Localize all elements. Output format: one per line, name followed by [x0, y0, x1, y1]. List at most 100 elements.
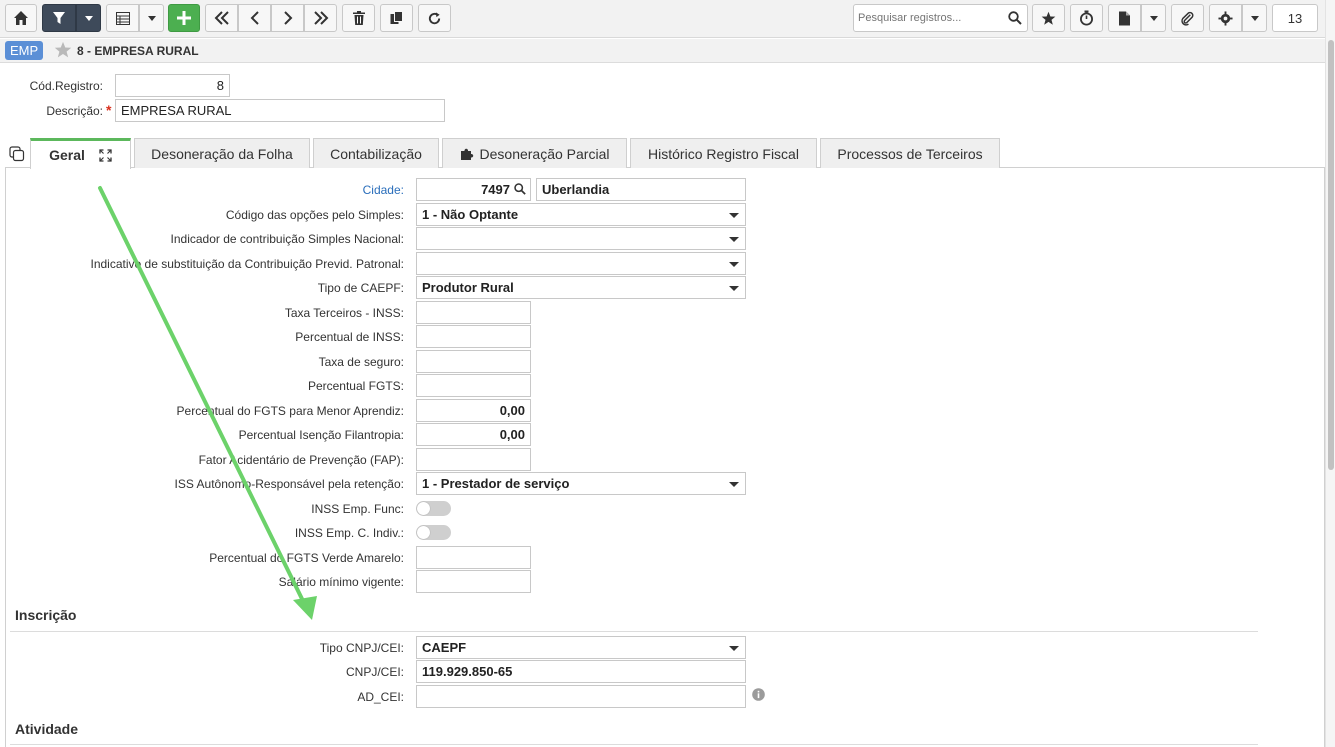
page-title: 8 - EMPRESA RURAL	[77, 44, 199, 58]
toolbar: 13	[0, 0, 1325, 38]
tab-label: Histórico Registro Fiscal	[648, 145, 799, 162]
tab-label: Contabilização	[330, 145, 422, 162]
fgts-verde-amarelo-label: Percentual do FGTS Verde Amarelo:	[209, 551, 404, 565]
chevron-down-icon	[729, 286, 739, 291]
iss-autonomo-select[interactable]: 1 - Prestador de serviço	[416, 472, 746, 495]
refresh-icon	[428, 11, 441, 24]
tab-label: Desoneração da Folha	[151, 145, 293, 162]
isencao-filantropia-field[interactable]: 0,00	[416, 423, 531, 446]
cidade-name-field[interactable]: Uberlandia	[536, 178, 746, 201]
tipo-caepf-select[interactable]: Produtor Rural	[416, 276, 746, 299]
tipo-caepf-value: Produtor Rural	[422, 280, 514, 295]
chevron-down-icon	[729, 262, 739, 267]
tipo-caepf-label: Tipo de CAEPF:	[317, 281, 404, 295]
chevron-down-icon	[1149, 15, 1158, 21]
next-record-button[interactable]	[271, 4, 304, 32]
refresh-button[interactable]	[418, 4, 451, 32]
taxa-terceiros-field[interactable]	[416, 301, 531, 324]
tab-historico-registro-fiscal[interactable]: Histórico Registro Fiscal	[630, 138, 817, 168]
cod-registro-field[interactable]: 8	[115, 74, 230, 97]
tab-label: Desoneração Parcial	[479, 145, 610, 162]
first-record-button[interactable]	[205, 4, 238, 32]
expand-icon[interactable]	[99, 148, 112, 162]
copy-icon[interactable]	[9, 146, 25, 165]
tab-contabilizacao[interactable]: Contabilização	[313, 138, 439, 168]
descricao-field[interactable]: EMPRESA RURAL	[115, 99, 445, 122]
puzzle-icon	[460, 148, 473, 160]
ad-cei-field[interactable]	[416, 685, 746, 708]
double-chevron-right-icon	[313, 11, 328, 25]
star-icon[interactable]	[54, 41, 72, 62]
isencao-filantropia-label: Percentual Isenção Filantropia:	[238, 428, 404, 442]
favorite-button[interactable]	[1032, 4, 1065, 32]
substituicao-label: Indicativo de substituição da Contribuiç…	[90, 257, 404, 271]
tab-desoneracao-parcial[interactable]: Desoneração Parcial	[442, 138, 627, 168]
cod-registro-label: Cód.Registro:	[29, 79, 103, 93]
toggle-knob	[417, 526, 430, 539]
tab-geral[interactable]: Geral	[30, 138, 131, 169]
fap-field[interactable]	[416, 448, 531, 471]
chevron-down-icon	[729, 213, 739, 218]
report-button[interactable]	[1108, 4, 1141, 32]
atividade-section-title: Atividade	[15, 721, 79, 737]
fap-label: Fator Acidentário de Prevenção (FAP):	[198, 453, 404, 467]
settings-button[interactable]	[1209, 4, 1242, 32]
taxa-seguro-label: Taxa de seguro:	[318, 355, 404, 369]
tipo-cnpj-select[interactable]: CAEPF	[416, 636, 746, 659]
scrollbar[interactable]	[1325, 0, 1335, 747]
section-divider	[10, 631, 1258, 632]
delete-button[interactable]	[342, 4, 375, 32]
simples-select[interactable]: 1 - Não Optante	[416, 203, 746, 226]
add-record-button[interactable]	[168, 4, 200, 32]
home-button[interactable]	[5, 4, 37, 32]
scrollbar-thumb[interactable]	[1328, 40, 1334, 470]
tab-desoneracao-folha[interactable]: Desoneração da Folha	[134, 138, 310, 168]
filter-button[interactable]	[42, 4, 76, 32]
search-input[interactable]	[854, 11, 1003, 25]
copy-icon	[390, 11, 403, 24]
settings-dropdown-button[interactable]	[1242, 4, 1267, 32]
grid-view-button[interactable]	[106, 4, 139, 32]
report-dropdown-button[interactable]	[1141, 4, 1166, 32]
chevron-down-icon	[729, 646, 739, 651]
duplicate-button[interactable]	[380, 4, 413, 32]
simples-label: Código das opções pelo Simples:	[225, 208, 404, 222]
inss-emp-indiv-toggle[interactable]	[416, 525, 451, 540]
filter-icon	[53, 12, 65, 24]
substituicao-select[interactable]	[416, 252, 746, 275]
last-record-button[interactable]	[304, 4, 337, 32]
stopwatch-icon	[1080, 10, 1093, 26]
cnpj-label: CNPJ/CEI:	[345, 665, 404, 679]
attachments-button[interactable]	[1171, 4, 1204, 32]
chevron-down-icon	[147, 15, 156, 21]
inss-emp-func-toggle[interactable]	[416, 501, 451, 516]
paperclip-icon	[1181, 11, 1194, 26]
cidade-label[interactable]: Cidade:	[10, 183, 404, 197]
taxa-seguro-field[interactable]	[416, 350, 531, 373]
chevron-down-icon	[729, 482, 739, 487]
info-icon[interactable]	[752, 688, 765, 704]
search-icon[interactable]	[514, 183, 526, 198]
timer-button[interactable]	[1070, 4, 1103, 32]
chevron-down-icon	[1250, 15, 1259, 21]
salario-minimo-field[interactable]	[416, 570, 531, 593]
tab-processos-terceiros[interactable]: Processos de Terceiros	[820, 138, 1000, 168]
fgts-verde-amarelo-field[interactable]	[416, 546, 531, 569]
tipo-cnpj-value: CAEPF	[422, 640, 467, 655]
tab-label: Geral	[49, 147, 85, 163]
percentual-inss-field[interactable]	[416, 325, 531, 348]
filter-dropdown-button[interactable]	[76, 4, 101, 32]
chevron-left-icon	[250, 11, 259, 25]
inss-emp-func-label: INSS Emp. Func:	[311, 502, 404, 516]
search-icon[interactable]	[1003, 11, 1027, 25]
gear-icon	[1218, 10, 1233, 26]
percentual-fgts-field[interactable]	[416, 374, 531, 397]
cnpj-field[interactable]: 119.929.850-65	[416, 660, 746, 683]
grid-view-dropdown-button[interactable]	[139, 4, 164, 32]
previous-record-button[interactable]	[238, 4, 271, 32]
tab-label: Processos de Terceiros	[837, 145, 983, 162]
fgts-menor-aprendiz-field[interactable]: 0,00	[416, 399, 531, 422]
iss-autonomo-value: 1 - Prestador de serviço	[422, 476, 570, 491]
fgts-menor-aprendiz-label: Percentual do FGTS para Menor Aprendiz:	[176, 404, 404, 418]
ind-simples-select[interactable]	[416, 227, 746, 250]
